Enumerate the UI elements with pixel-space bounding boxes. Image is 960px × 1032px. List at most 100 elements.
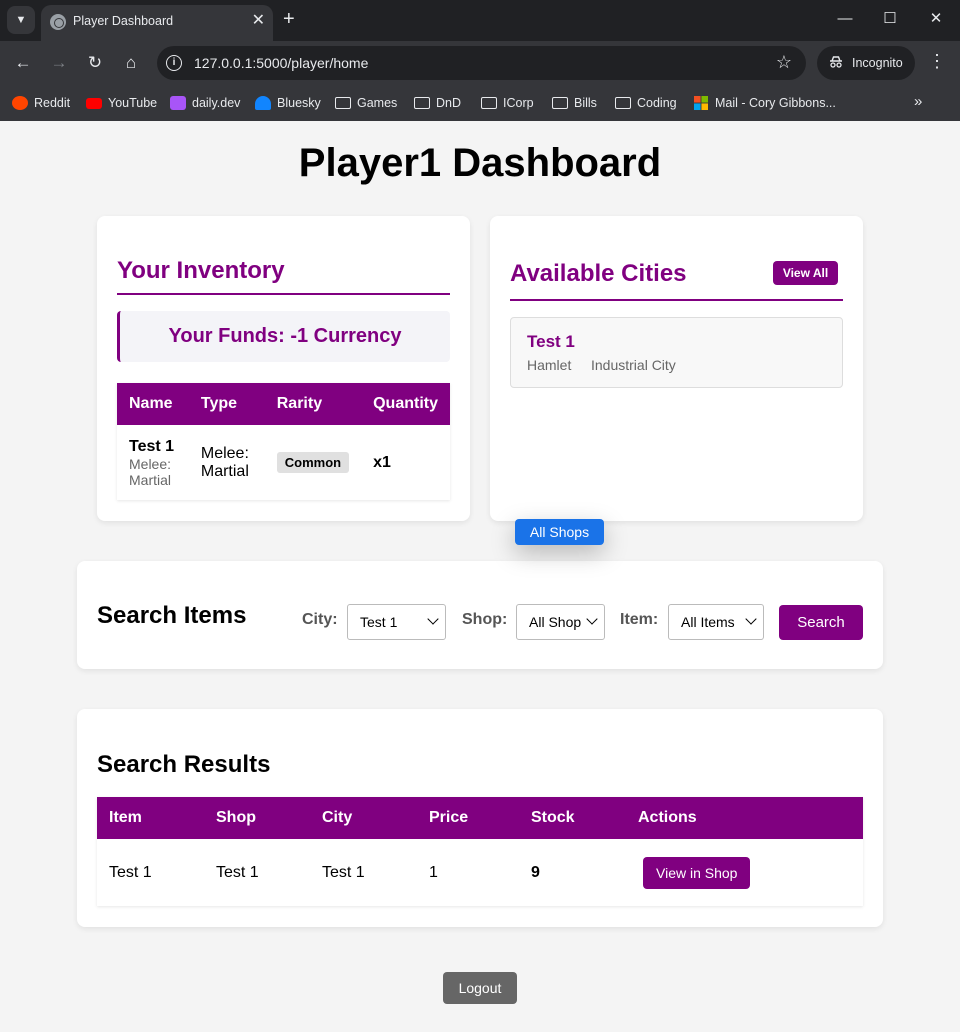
site-info-icon[interactable]: i bbox=[166, 55, 182, 71]
item-name-cell: Test 1 Melee: Martial bbox=[117, 425, 189, 500]
chevron-down-icon bbox=[427, 613, 439, 625]
bookmark-dnd[interactable]: DnD bbox=[414, 93, 461, 113]
folder-icon bbox=[615, 97, 631, 109]
globe-icon bbox=[50, 14, 66, 30]
folder-icon bbox=[335, 97, 351, 109]
col-stock: Stock bbox=[519, 797, 626, 839]
col-shop: Shop bbox=[204, 797, 310, 839]
item-select-value: All Items bbox=[681, 614, 735, 630]
folder-icon bbox=[481, 97, 497, 109]
inventory-header-row: Name Type Rarity Quantity bbox=[117, 383, 450, 425]
item-rarity-cell: Common bbox=[264, 425, 362, 500]
close-tab-icon[interactable]: ✕ bbox=[252, 12, 265, 30]
col-type: Type bbox=[188, 383, 265, 425]
active-tab[interactable]: Player Dashboard ✕ bbox=[41, 5, 273, 41]
shop-filter-label: Shop: bbox=[462, 611, 508, 628]
col-item: Item bbox=[97, 797, 204, 839]
window-close-icon[interactable]: ✕ bbox=[924, 8, 948, 30]
results-table: Item Shop City Price Stock Actions Test … bbox=[97, 797, 863, 906]
funds-display: Your Funds: -1 Currency bbox=[117, 311, 450, 362]
bookmark-youtube[interactable]: YouTube bbox=[86, 93, 157, 113]
cities-heading: Available Cities bbox=[510, 260, 687, 287]
results-card: Search Results Item Shop City Price Stoc… bbox=[77, 709, 883, 927]
city-select-value: Test 1 bbox=[360, 614, 398, 630]
reddit-icon bbox=[12, 96, 28, 110]
inventory-heading: Your Inventory bbox=[117, 257, 285, 284]
col-rarity: Rarity bbox=[264, 383, 362, 425]
col-city: City bbox=[310, 797, 417, 839]
microsoft-icon bbox=[694, 96, 708, 110]
city-card[interactable]: Test 1 Hamlet Industrial City bbox=[510, 317, 843, 388]
city-select[interactable]: Test 1 bbox=[347, 604, 446, 640]
bookmark-star-icon[interactable]: ☆ bbox=[776, 52, 792, 73]
reload-icon[interactable]: ↻ bbox=[83, 51, 107, 75]
view-in-shop-button[interactable]: View in Shop bbox=[643, 856, 751, 889]
inventory-table: Name Type Rarity Quantity Test 1 Melee: … bbox=[117, 383, 450, 500]
bookmark-bluesky[interactable]: Bluesky bbox=[255, 93, 321, 113]
item-name: Test 1 bbox=[129, 437, 175, 455]
page-content: Player1 Dashboard Your Inventory Your Fu… bbox=[1, 121, 959, 1031]
address-bar[interactable]: i 127.0.0.1:5000/player/home ☆ bbox=[157, 46, 806, 80]
browser-toolbar: ← → ↻ ⌂ i 127.0.0.1:5000/player/home ☆ I… bbox=[0, 41, 960, 85]
results-header-row: Item Shop City Price Stock Actions bbox=[97, 797, 863, 839]
bookmark-bills[interactable]: Bills bbox=[552, 93, 597, 113]
home-icon[interactable]: ⌂ bbox=[119, 51, 143, 75]
bookmark-reddit[interactable]: Reddit bbox=[12, 93, 70, 113]
col-quantity: Quantity bbox=[361, 383, 450, 425]
browser-menu-icon[interactable]: ⋮ bbox=[925, 51, 949, 72]
dailydev-icon bbox=[170, 96, 186, 110]
new-tab-icon[interactable]: + bbox=[283, 8, 295, 30]
page-title: Player1 Dashboard bbox=[298, 141, 662, 185]
more-bookmarks-icon[interactable]: » bbox=[914, 93, 922, 110]
search-button[interactable]: Search bbox=[779, 605, 863, 640]
col-price: Price bbox=[417, 797, 519, 839]
bookmark-games[interactable]: Games bbox=[335, 93, 397, 113]
chevron-down-icon bbox=[745, 613, 757, 625]
bookmark-dailydev[interactable]: daily.dev bbox=[170, 93, 240, 113]
inventory-divider bbox=[117, 293, 450, 295]
item-subtitle: Melee: Martial bbox=[129, 455, 172, 488]
cities-card: Available Cities View All Test 1 Hamlet … bbox=[490, 216, 863, 521]
incognito-icon bbox=[830, 56, 842, 68]
inventory-card: Your Inventory Your Funds: -1 Currency N… bbox=[97, 216, 470, 521]
incognito-label: Incognito bbox=[852, 56, 903, 70]
bookmark-coding[interactable]: Coding bbox=[615, 93, 677, 113]
city-filter-label: City: bbox=[302, 611, 338, 628]
search-heading: Search Items bbox=[97, 602, 247, 629]
back-arrow-icon[interactable]: ← bbox=[11, 51, 35, 75]
result-stock: 9 bbox=[519, 839, 626, 906]
minimize-icon[interactable]: — bbox=[833, 8, 857, 30]
item-select[interactable]: All Items bbox=[668, 604, 764, 640]
cities-divider bbox=[510, 299, 843, 301]
shop-select[interactable]: All Shop bbox=[516, 604, 605, 640]
result-shop: Test 1 bbox=[204, 839, 310, 906]
tab-search-chevron-icon[interactable]: ▼ bbox=[7, 6, 35, 34]
bookmark-mail[interactable]: Mail - Cory Gibbons... bbox=[693, 93, 836, 113]
col-name: Name bbox=[117, 383, 189, 425]
bookmarks-bar: Reddit YouTube daily.dev Bluesky Games D… bbox=[0, 85, 960, 121]
shop-dropdown-option[interactable]: All Shops bbox=[515, 519, 604, 545]
maximize-icon[interactable]: ☐ bbox=[878, 8, 902, 30]
item-type: Melee: Martial bbox=[188, 425, 265, 500]
city-name: Test 1 bbox=[527, 332, 575, 351]
tab-title: Player Dashboard bbox=[73, 14, 174, 28]
youtube-icon bbox=[86, 97, 102, 109]
result-city: Test 1 bbox=[310, 839, 417, 906]
bluesky-icon bbox=[255, 96, 271, 110]
results-heading: Search Results bbox=[97, 751, 271, 778]
view-all-button[interactable]: View All bbox=[773, 261, 838, 285]
table-row: Test 1 Melee: Martial Melee: Martial Com… bbox=[117, 425, 450, 500]
result-item: Test 1 bbox=[97, 839, 204, 906]
logout-button[interactable]: Logout bbox=[443, 972, 517, 1004]
table-row: Test 1 Test 1 Test 1 1 9 View in Shop bbox=[97, 839, 863, 906]
shop-select-value: All Shop bbox=[529, 614, 582, 630]
item-filter-label: Item: bbox=[620, 611, 659, 628]
result-actions-cell: View in Shop bbox=[626, 839, 863, 906]
forward-arrow-icon[interactable]: → bbox=[47, 51, 71, 75]
item-quantity: x1 bbox=[361, 425, 450, 500]
browser-tab-bar: ▼ Player Dashboard ✕ + — ☐ ✕ bbox=[0, 0, 960, 41]
incognito-badge[interactable]: Incognito bbox=[817, 46, 915, 80]
bookmark-icorp[interactable]: ICorp bbox=[481, 93, 534, 113]
chevron-down-icon bbox=[586, 613, 598, 625]
rarity-badge: Common bbox=[276, 452, 350, 473]
